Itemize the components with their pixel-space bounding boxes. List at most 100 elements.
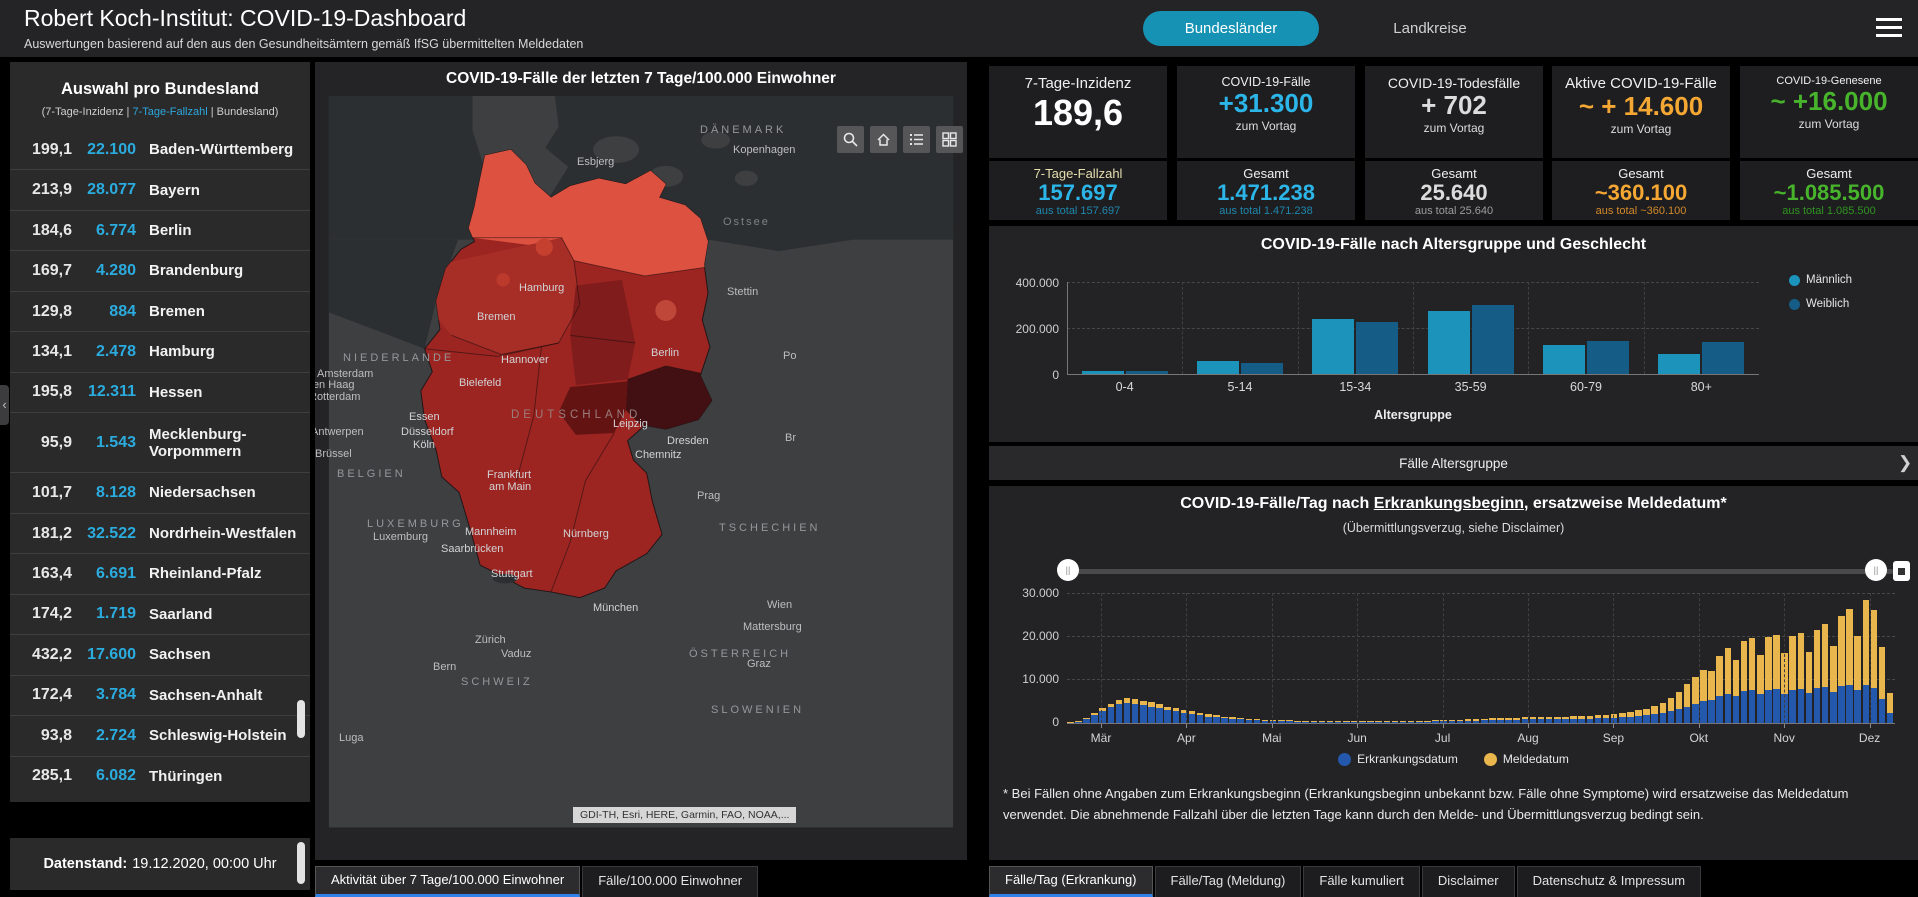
daily-bar-erkrankung[interactable] <box>1164 710 1171 723</box>
legend-maennlich[interactable]: Männlich <box>1789 274 1852 286</box>
daily-bar-erkrankung[interactable] <box>1757 694 1764 723</box>
daily-bar-erkrankung[interactable] <box>1513 720 1520 723</box>
daily-bar-erkrankung[interactable] <box>1570 719 1577 723</box>
daily-bar-meldung[interactable] <box>1384 721 1391 722</box>
tab[interactable]: Fälle kumuliert <box>1303 866 1420 897</box>
daily-bar-erkrankung[interactable] <box>1237 719 1244 723</box>
age-bar-maennlich[interactable] <box>1197 361 1239 374</box>
daily-bar-meldung[interactable] <box>1676 692 1683 709</box>
daily-bar-meldung[interactable] <box>1367 721 1374 722</box>
daily-bar-erkrankung[interactable] <box>1741 691 1748 723</box>
daily-bar-meldung[interactable] <box>1319 721 1326 722</box>
daily-bar-meldung[interactable] <box>1513 718 1520 720</box>
daily-bar-meldung[interactable] <box>1538 717 1545 719</box>
state-row[interactable]: 199,122.100Baden-Württemberg <box>10 130 310 169</box>
daily-bar-meldung[interactable] <box>1773 635 1780 689</box>
daily-bar-erkrankung[interactable] <box>1538 719 1545 723</box>
daily-bar-erkrankung[interactable] <box>1116 704 1123 723</box>
daily-bar-erkrankung[interactable] <box>1254 720 1261 723</box>
daily-bar-meldung[interactable] <box>1733 660 1740 696</box>
reset-extent-button[interactable] <box>1893 561 1910 581</box>
daily-bar-meldung[interactable] <box>1449 720 1456 721</box>
daily-bar-erkrankung[interactable] <box>1457 721 1464 723</box>
daily-bar-meldung[interactable] <box>1400 721 1407 722</box>
daily-bar-erkrankung[interactable] <box>1838 686 1845 723</box>
daily-bar-erkrankung[interactable] <box>1327 722 1334 723</box>
state-row[interactable]: 95,91.543Mecklenburg-Vorpommern <box>10 412 310 472</box>
daily-bar-erkrankung[interactable] <box>1229 719 1236 723</box>
daily-bar-erkrankung[interactable] <box>1562 719 1569 723</box>
daily-bar-meldung[interactable] <box>1375 721 1382 722</box>
state-row[interactable]: 169,74.280Brandenburg <box>10 250 310 290</box>
daily-bar-meldung[interactable] <box>1091 713 1098 715</box>
daily-bar-erkrankung[interactable] <box>1286 721 1293 723</box>
daily-bar-meldung[interactable] <box>1700 670 1707 702</box>
daily-bar-erkrankung[interactable] <box>1595 718 1602 723</box>
daily-bar-meldung[interactable] <box>1197 713 1204 715</box>
tab[interactable]: Datenschutz & Impressum <box>1517 866 1701 897</box>
map-panel[interactable]: COVID-19-Fälle der letzten 7 Tage/100.00… <box>315 62 967 860</box>
daily-bar-erkrankung[interactable] <box>1854 690 1861 723</box>
daily-bar-meldung[interactable] <box>1570 716 1577 719</box>
daily-bar-erkrankung[interactable] <box>1651 714 1658 723</box>
daily-bar-erkrankung[interactable] <box>1384 722 1391 723</box>
daily-bar-meldung[interactable] <box>1335 721 1342 722</box>
daily-bar-erkrankung[interactable] <box>1319 722 1326 723</box>
daily-bar-meldung[interactable] <box>1343 721 1350 722</box>
daily-bar-meldung[interactable] <box>1635 710 1642 716</box>
daily-bar-erkrankung[interactable] <box>1871 688 1878 723</box>
daily-bar-erkrankung[interactable] <box>1392 722 1399 723</box>
daily-bar-meldung[interactable] <box>1854 636 1861 690</box>
daily-bar-meldung[interactable] <box>1798 633 1805 688</box>
daily-bar-erkrankung[interactable] <box>1863 685 1870 723</box>
daily-bar-meldung[interactable] <box>1708 671 1715 700</box>
daily-bar-meldung[interactable] <box>1846 609 1853 685</box>
daily-bar-meldung[interactable] <box>1627 712 1634 717</box>
daily-bar-meldung[interactable] <box>1254 719 1261 720</box>
daily-bar-erkrankung[interactable] <box>1627 717 1634 723</box>
daily-bar-erkrankung[interactable] <box>1278 721 1285 723</box>
daily-bar-meldung[interactable] <box>1156 704 1163 708</box>
daily-bar-meldung[interactable] <box>1432 720 1439 721</box>
daily-bar-meldung[interactable] <box>1660 703 1667 713</box>
daily-bar-meldung[interactable] <box>1392 721 1399 722</box>
daily-bar-erkrankung[interactable] <box>1505 720 1512 723</box>
daily-bar-meldung[interactable] <box>1789 636 1796 690</box>
daily-bar-meldung[interactable] <box>1879 647 1886 699</box>
daily-bar-meldung[interactable] <box>1246 719 1253 720</box>
daily-bar-erkrankung[interactable] <box>1246 720 1253 723</box>
daily-bar-meldung[interactable] <box>1311 721 1318 722</box>
age-bar-weiblich[interactable] <box>1241 363 1283 374</box>
daily-bar-meldung[interactable] <box>1164 707 1171 710</box>
daily-bar-meldung[interactable] <box>1578 716 1585 719</box>
age-bar-weiblich[interactable] <box>1472 305 1514 374</box>
daily-bar-meldung[interactable] <box>1603 715 1610 718</box>
age-bar-maennlich[interactable] <box>1428 311 1470 374</box>
state-row[interactable]: 101,78.128Niedersachsen <box>10 472 310 512</box>
daily-bar-erkrankung[interactable] <box>1359 722 1366 723</box>
daily-bar-erkrankung[interactable] <box>1798 689 1805 723</box>
daily-bar-meldung[interactable] <box>1806 652 1813 694</box>
daily-bar-erkrankung[interactable] <box>1375 722 1382 723</box>
daily-bar-meldung[interactable] <box>1213 715 1220 717</box>
daily-bar-meldung[interactable] <box>1587 716 1594 719</box>
daily-bar-erkrankung[interactable] <box>1668 711 1675 723</box>
age-bar-weiblich[interactable] <box>1356 322 1398 374</box>
daily-bar-meldung[interactable] <box>1481 719 1488 721</box>
daily-bar-erkrankung[interactable] <box>1643 715 1650 723</box>
daily-bar-meldung[interactable] <box>1757 655 1764 694</box>
daily-bar-erkrankung[interactable] <box>1660 713 1667 723</box>
daily-bar-meldung[interactable] <box>1294 721 1301 722</box>
daily-bar-meldung[interactable] <box>1554 717 1561 719</box>
state-row[interactable]: 285,16.082Thüringen <box>10 756 310 796</box>
legend-meldedatum[interactable]: Meldedatum <box>1484 752 1569 766</box>
daily-bar-erkrankung[interactable] <box>1449 721 1456 723</box>
daily-bar-erkrankung[interactable] <box>1294 721 1301 723</box>
daily-bar-erkrankung[interactable] <box>1197 715 1204 723</box>
daily-bar-erkrankung[interactable] <box>1416 721 1423 723</box>
daily-bar-meldung[interactable] <box>1643 709 1650 716</box>
daily-bar-erkrankung[interactable] <box>1156 708 1163 723</box>
daily-bar-erkrankung[interactable] <box>1473 721 1480 723</box>
state-row[interactable]: 172,43.784Sachsen-Anhalt <box>10 675 310 715</box>
daily-bar-erkrankung[interactable] <box>1262 721 1269 724</box>
